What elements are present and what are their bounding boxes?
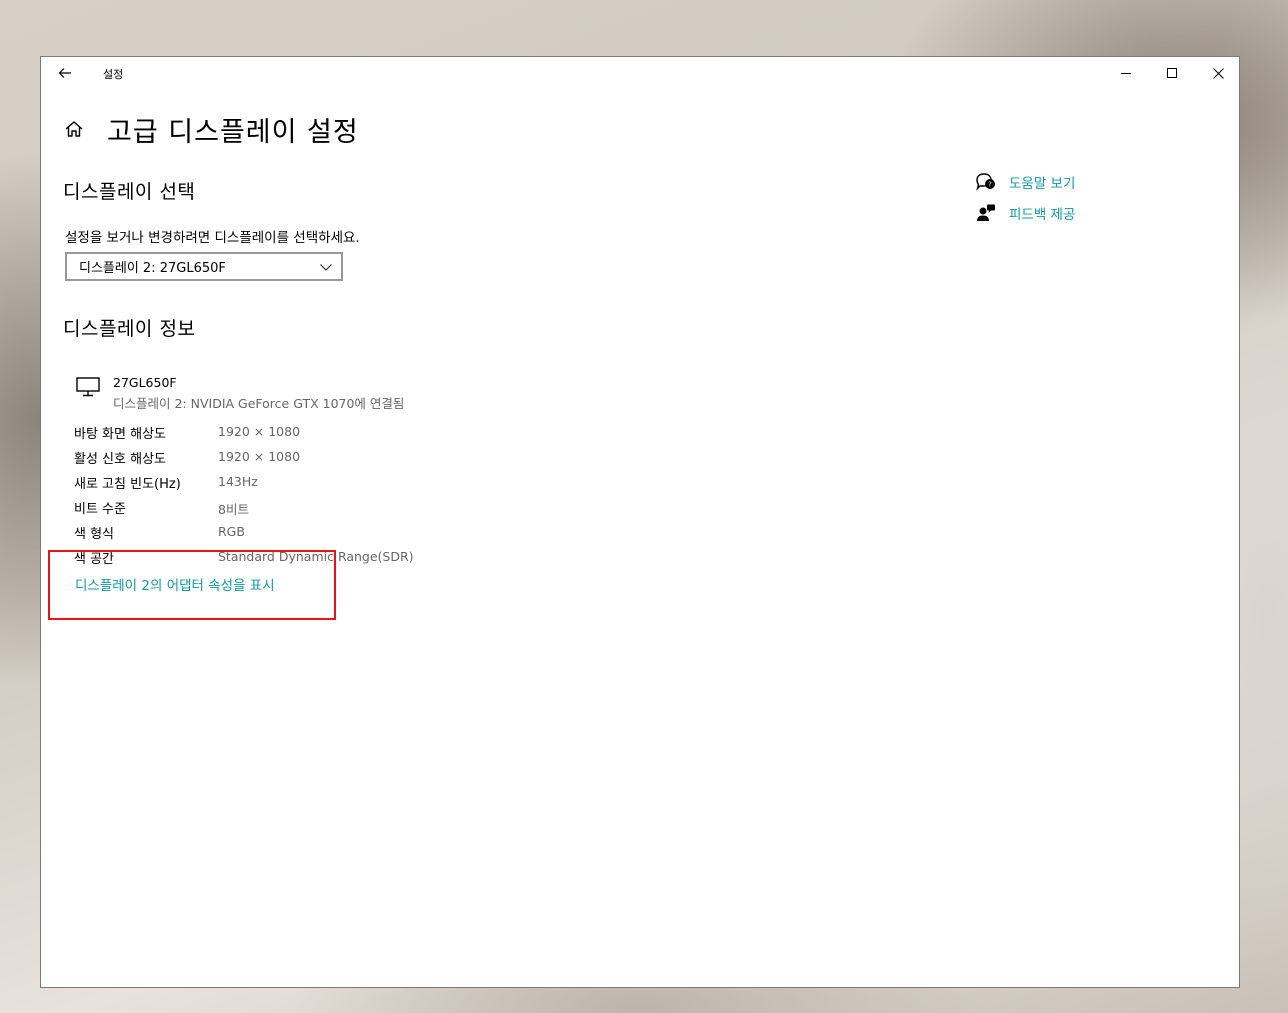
svg-text:?: ? (988, 181, 992, 189)
title-bar: 설정 (41, 57, 1239, 89)
minimize-button[interactable] (1103, 57, 1149, 89)
info-label: 활성 신호 해상도 (74, 452, 166, 467)
info-row-active-signal-resolution: 활성 신호 해상도 1920 × 1080 (74, 448, 474, 468)
info-row-refresh-rate: 새로 고침 빈도(Hz) 143Hz (74, 473, 474, 493)
info-row-bit-depth: 비트 수준 8비트 (74, 498, 474, 518)
chevron-down-icon (320, 263, 332, 271)
info-row-desktop-resolution: 바탕 화면 해상도 1920 × 1080 (74, 423, 474, 443)
display-select-value: 디스플레이 2: 27GL650F (79, 261, 226, 276)
display-name: 27GL650F (113, 375, 177, 390)
give-feedback-label: 피드백 제공 (1009, 207, 1076, 223)
chat-help-icon: ? (976, 173, 995, 191)
display-select-dropdown[interactable]: 디스플레이 2: 27GL650F (65, 252, 343, 281)
info-label: 비트 수준 (74, 502, 126, 517)
select-display-description: 설정을 보거나 변경하려면 디스플레이를 선택하세요. (65, 230, 360, 246)
page-header: 고급 디스플레이 설정 (63, 109, 359, 149)
minimize-icon (1121, 73, 1131, 74)
get-help-link[interactable]: ? 도움말 보기 (975, 171, 1075, 193)
maximize-icon (1167, 68, 1177, 78)
info-value: 143Hz (218, 474, 258, 489)
close-icon (1212, 67, 1224, 79)
info-value: 1920 × 1080 (218, 449, 301, 464)
select-display-heading: 디스플레이 선택 (63, 181, 196, 203)
highlight-annotation-box (48, 550, 336, 620)
info-label: 새로 고침 빈도(Hz) (74, 477, 181, 492)
settings-window: 설정 고급 디스플레이 설정 디스플레이 선택 설정을 보거나 변경하려면 디스… (40, 56, 1240, 988)
info-row-color-format: 색 형식 RGB (74, 523, 474, 543)
info-label: 바탕 화면 해상도 (74, 427, 166, 442)
page-title: 고급 디스플레이 설정 (107, 116, 359, 148)
back-arrow-icon (58, 68, 71, 78)
monitor-icon (76, 377, 100, 397)
info-value: 8비트 (218, 502, 249, 517)
info-value: 1920 × 1080 (218, 424, 301, 439)
close-button[interactable] (1195, 57, 1241, 89)
maximize-button[interactable] (1149, 57, 1195, 89)
window-title: 설정 (103, 68, 124, 81)
home-icon[interactable] (63, 118, 85, 140)
give-feedback-link[interactable]: 피드백 제공 (975, 202, 1075, 224)
back-button[interactable] (51, 61, 79, 85)
display-info-heading: 디스플레이 정보 (63, 318, 196, 340)
display-connection: 디스플레이 2: NVIDIA GeForce GTX 1070에 연결됨 (113, 396, 405, 411)
feedback-person-icon (977, 204, 995, 221)
info-label: 색 형식 (74, 527, 115, 542)
info-value: RGB (218, 524, 245, 539)
get-help-label: 도움말 보기 (1009, 176, 1076, 192)
